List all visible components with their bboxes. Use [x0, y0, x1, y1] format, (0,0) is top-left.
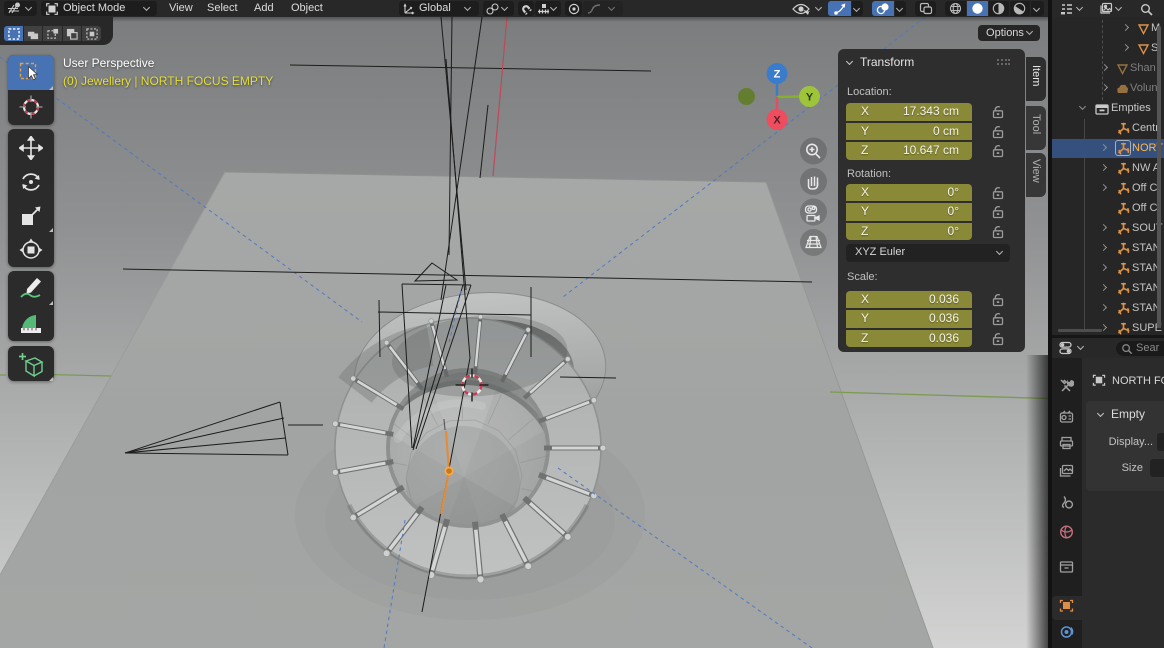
svg-text:X: X: [773, 115, 781, 127]
svg-text:Z: Z: [774, 69, 781, 81]
svg-text:Y: Y: [806, 92, 814, 104]
